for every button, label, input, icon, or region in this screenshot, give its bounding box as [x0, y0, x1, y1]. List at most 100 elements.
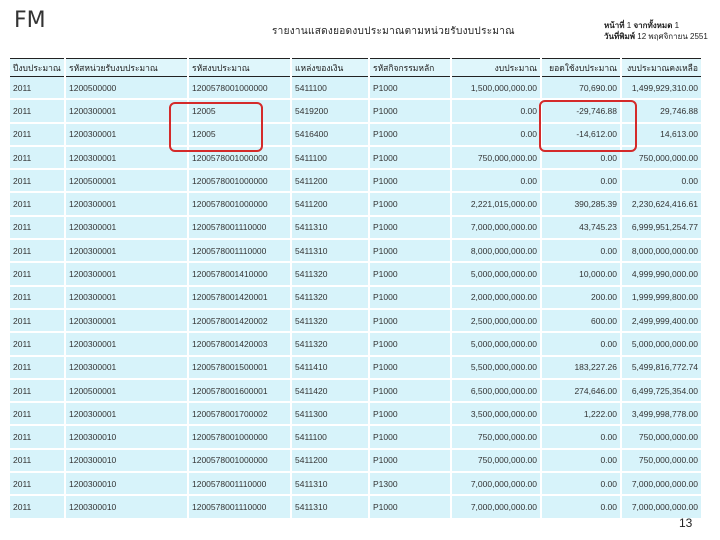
budget-report-table: ปีงบประมาณ รหัสหน่วยรับงบประมาณ รหัสงบประม…	[10, 58, 703, 520]
table-cell: 1200578001500001	[188, 355, 292, 380]
table-cell: 600.00	[541, 308, 622, 334]
page-value: 1	[626, 21, 632, 30]
table-cell: 3,499,998,778.00	[621, 402, 703, 427]
table-cell: 1200300001	[65, 215, 189, 241]
table-cell: -29,746.88	[541, 99, 622, 124]
table-row: 2011 1200300001 12005 5416400 P1000 0.00 -14,6…	[10, 122, 703, 147]
table-cell: 750,000,000.00	[621, 448, 703, 474]
table-cell: 1200500001	[65, 169, 189, 194]
table-cell: 1200578001000000	[188, 169, 292, 194]
table-cell: 6,999,951,254.77	[621, 215, 703, 241]
table-row: 2011 1200300001 1200578001420003 5411320 P10…	[10, 332, 703, 357]
table-cell: P1000	[369, 495, 452, 520]
table-cell: 2011	[10, 99, 66, 124]
table-cell: 2011	[10, 192, 66, 217]
table-cell: 2011	[10, 495, 66, 520]
table-cell: 3,500,000,000.00	[451, 402, 542, 427]
table-cell: 1200578001000000	[188, 425, 292, 450]
table-cell: 5411310	[291, 495, 370, 520]
table-row: 2011 1200300010 1200578001110000 5411310 P13…	[10, 472, 703, 497]
table-cell: 7,000,000,000.00	[451, 495, 542, 520]
table-cell: 5411200	[291, 192, 370, 217]
table-cell: 750,000,000.00	[621, 425, 703, 450]
header-row: ปีงบประมาณ รหัสหน่วยรับงบประมาณ รหัสงบประม…	[10, 58, 703, 77]
table-cell: 1200300001	[65, 402, 189, 427]
column-header: รหัสหน่วยรับงบประมาณ	[65, 58, 189, 77]
table-cell: 8,000,000,000.00	[621, 239, 703, 264]
table-cell: 2011	[10, 262, 66, 287]
table-cell: 2011	[10, 215, 66, 241]
page-label: หน้าที่	[604, 21, 625, 30]
table-cell: 1200300001	[65, 332, 189, 357]
table-row: 2011 1200300010 1200578001110000 5411310 P10…	[10, 495, 703, 520]
table-cell: 0.00	[541, 169, 622, 194]
table-cell: 1200578001110000	[188, 495, 292, 520]
table-cell: 12005	[188, 122, 292, 147]
table-cell: 1200300001	[65, 145, 189, 171]
table-cell: 750,000,000.00	[451, 425, 542, 450]
table-cell: 5411320	[291, 308, 370, 334]
column-header: แหล่งของเงิน	[291, 58, 370, 77]
table-cell: 1200500000	[65, 76, 189, 101]
table-cell: 10,000.00	[541, 262, 622, 287]
table-cell: P1000	[369, 448, 452, 474]
table-cell: P1000	[369, 262, 452, 287]
table-cell: 1200578001420001	[188, 285, 292, 310]
table-cell: 5411200	[291, 169, 370, 194]
table-cell: 1200578001000000	[188, 76, 292, 101]
table-cell: 2,500,000,000.00	[451, 308, 542, 334]
table-cell: 5411320	[291, 262, 370, 287]
table-cell: P1000	[369, 76, 452, 101]
table-cell: 5411320	[291, 285, 370, 310]
table-cell: 0.00	[541, 448, 622, 474]
table-cell: 5411420	[291, 378, 370, 404]
table-cell: 5411310	[291, 472, 370, 497]
table-cell: 29,746.88	[621, 99, 703, 124]
table-row: 2011 1200300001 1200578001420001 5411320 P10…	[10, 285, 703, 310]
table-cell: 2011	[10, 402, 66, 427]
table-cell: P1000	[369, 308, 452, 334]
table-cell: P1000	[369, 239, 452, 264]
column-header: งบประมาณ	[451, 58, 542, 77]
table-cell: P1000	[369, 122, 452, 147]
table-cell: 1200300010	[65, 448, 189, 474]
table-row: 2011 1200300001 1200578001110000 5411310 P10…	[10, 239, 703, 264]
table-cell: 5411200	[291, 448, 370, 474]
table-cell: 7,000,000,000.00	[451, 215, 542, 241]
table-cell: 0.00	[541, 332, 622, 357]
table-cell: 183,227.26	[541, 355, 622, 380]
table-cell: 1200578001110000	[188, 472, 292, 497]
table-cell: 1200300001	[65, 262, 189, 287]
table-row: 2011 1200300001 1200578001110000 5411310 P10…	[10, 215, 703, 241]
table-cell: 1200578001000000	[188, 448, 292, 474]
table-row: 2011 1200300010 1200578001000000 5411200 P10…	[10, 448, 703, 474]
table-cell: 750,000,000.00	[451, 448, 542, 474]
table-row: 2011 1200300001 1200578001000000 5411100 P10…	[10, 145, 703, 171]
table-cell: 1,999,999,800.00	[621, 285, 703, 310]
table-cell: 5411100	[291, 145, 370, 171]
page-info-line-1: หน้าที่ 1 จากทั้งหมด 1	[604, 20, 708, 31]
table-cell: P1000	[369, 215, 452, 241]
table-cell: 1200300010	[65, 495, 189, 520]
table-cell: 5411320	[291, 332, 370, 357]
total-pages-label: จากทั้งหมด	[633, 21, 673, 30]
table-row: 2011 1200500001 1200578001000000 5411200 P10…	[10, 169, 703, 194]
report-title: รายงานแสดงยอดงบประมาณตามหน่วยรับงบประมาณ	[272, 26, 515, 37]
table-cell: 2,230,624,416.61	[621, 192, 703, 217]
page-number: 13	[679, 516, 693, 530]
table-cell: 1200578001000000	[188, 192, 292, 217]
table-cell: 1,500,000,000.00	[451, 76, 542, 101]
table-cell: P1000	[369, 402, 452, 427]
table-cell: 70,690.00	[541, 76, 622, 101]
table-cell: 1200300001	[65, 285, 189, 310]
table-cell: 5416400	[291, 122, 370, 147]
table-cell: 5411300	[291, 402, 370, 427]
table-row: 2011 1200300001 12005 5419200 P1000 0.00 -29,7…	[10, 99, 703, 124]
table-cell: 2011	[10, 308, 66, 334]
table-cell: 0.00	[451, 169, 542, 194]
table-cell: 5411310	[291, 215, 370, 241]
table-cell: 1200578001000000	[188, 145, 292, 171]
table-cell: 1200300001	[65, 99, 189, 124]
table-cell: 0.00	[621, 169, 703, 194]
column-header: ยอดใช้งบประมาณ	[541, 58, 622, 77]
